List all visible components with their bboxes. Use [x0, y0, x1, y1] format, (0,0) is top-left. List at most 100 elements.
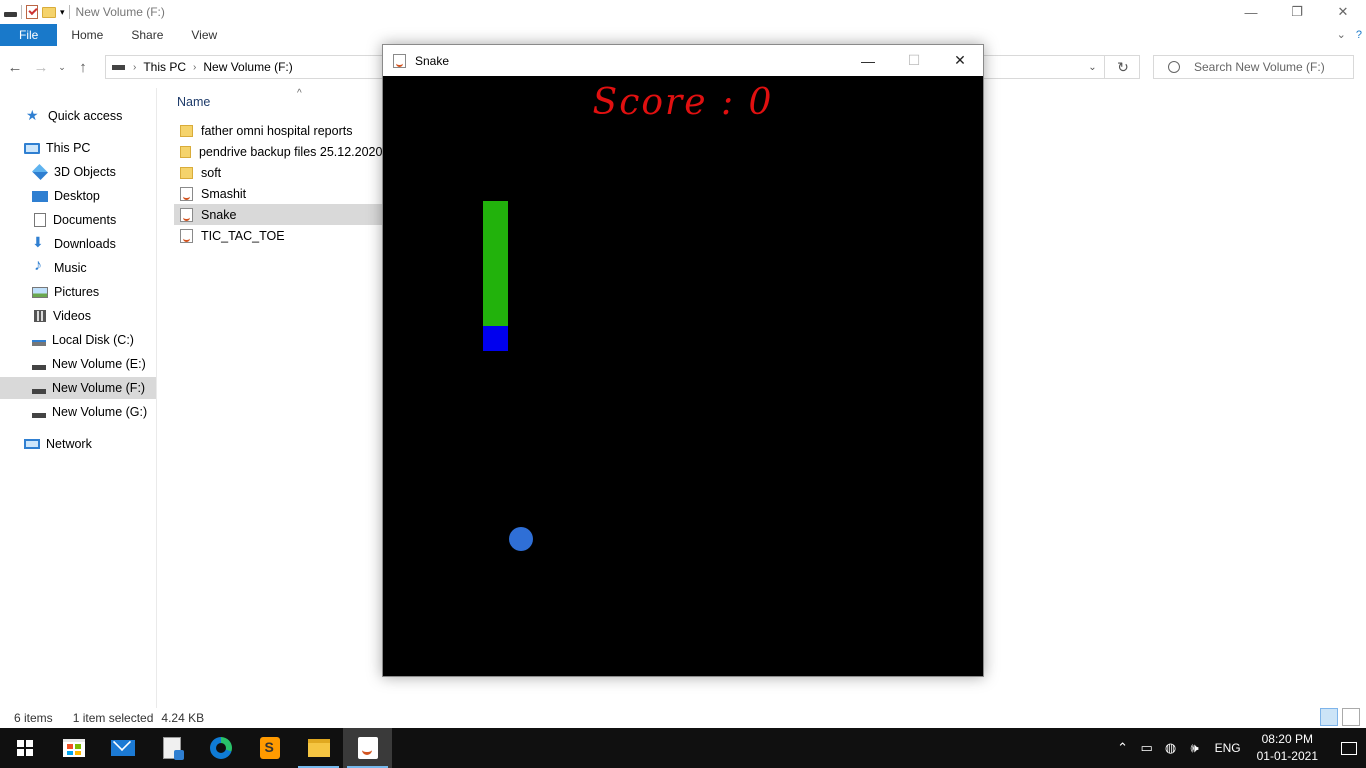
toolbar-separator — [21, 5, 22, 19]
new-folder-icon[interactable] — [42, 6, 56, 18]
search-icon — [1168, 61, 1180, 73]
sidebar-item-music[interactable]: Music — [0, 257, 156, 279]
taskbar-mail[interactable] — [98, 728, 147, 768]
search-input[interactable] — [1194, 60, 1344, 74]
customize-toolbar-icon[interactable]: ▾ — [60, 7, 65, 18]
sidebar-item-label: 3D Objects — [54, 165, 116, 179]
store-icon — [62, 739, 85, 757]
volume-icon[interactable]: 🕪 — [1183, 740, 1207, 756]
sidebar-item-new-volume-f[interactable]: New Volume (F:) — [0, 377, 156, 399]
sidebar-item-videos[interactable]: Videos — [0, 305, 156, 327]
java-file-icon — [180, 186, 193, 201]
file-name: father omni hospital reports — [201, 123, 353, 138]
java-file-icon — [180, 228, 193, 243]
sidebar-item-quick-access[interactable]: Quick access — [0, 105, 156, 127]
file-row[interactable]: TIC_TAC_TOE — [174, 225, 404, 246]
disk-icon — [32, 340, 46, 346]
drive-icon — [4, 11, 17, 17]
window-controls: — ❐ ✕ — [1228, 0, 1366, 24]
clock[interactable]: 08:20 PM 01-01-2021 — [1257, 731, 1318, 765]
network-icon — [24, 439, 40, 449]
details-view-icon[interactable] — [1320, 708, 1338, 726]
search-box[interactable] — [1153, 55, 1354, 79]
desktop-icon — [32, 190, 48, 202]
maximize-button[interactable]: ☐ — [891, 45, 937, 76]
start-button[interactable] — [0, 728, 49, 768]
sidebar-item-desktop[interactable]: Desktop — [0, 185, 156, 207]
sidebar-item-3d-objects[interactable]: 3D Objects — [0, 161, 156, 183]
sidebar-item-downloads[interactable]: Downloads — [0, 233, 156, 255]
taskbar-pdf[interactable] — [147, 728, 196, 768]
tab-file[interactable]: File — [0, 24, 58, 46]
language-indicator[interactable]: ENG — [1215, 741, 1241, 755]
file-row[interactable]: pendrive backup files 25.12.2020 pra — [174, 141, 404, 162]
tab-view[interactable]: View — [177, 24, 231, 46]
address-dropdown-icon[interactable]: ⌄ — [1081, 56, 1105, 78]
taskbar-file-explorer[interactable] — [294, 728, 343, 768]
taskbar-java[interactable] — [343, 728, 392, 768]
chevron-up-icon[interactable]: ⌃ — [1111, 740, 1135, 756]
file-row[interactable]: soft — [174, 162, 404, 183]
column-header-name[interactable]: Name — [177, 95, 210, 109]
file-name: TIC_TAC_TOE — [201, 228, 285, 243]
globe-icon[interactable]: ◍ — [1159, 740, 1183, 756]
file-row[interactable]: Smashit — [174, 183, 404, 204]
taskbar-edge[interactable] — [196, 728, 245, 768]
file-row[interactable]: father omni hospital reports — [174, 120, 404, 141]
close-button[interactable]: ✕ — [1320, 0, 1366, 24]
properties-icon[interactable] — [26, 5, 38, 19]
game-canvas[interactable]: Score : 0 — [383, 76, 983, 676]
sidebar-item-network[interactable]: Network — [0, 433, 156, 455]
navigation-pane: Quick access This PC 3D Objects Desktop … — [0, 88, 157, 708]
explorer-titlebar: ▾ New Volume (F:) — ❐ ✕ — [0, 0, 1366, 24]
up-icon[interactable]: ↑ — [72, 56, 94, 78]
snake-window-title: Snake — [415, 53, 450, 68]
sidebar-item-label: Documents — [53, 213, 117, 227]
quick-access-toolbar: ▾ — [0, 5, 70, 19]
expand-ribbon-icon[interactable]: ⌄ — [1337, 24, 1346, 46]
forward-icon[interactable]: → — [30, 56, 52, 78]
minimize-button[interactable]: — — [1228, 0, 1274, 24]
tab-home[interactable]: Home — [57, 24, 117, 46]
restore-button[interactable]: ❐ — [1274, 0, 1320, 24]
help-icon[interactable]: ? — [1356, 24, 1362, 46]
file-row[interactable]: Snake — [174, 204, 404, 225]
snake-titlebar: Snake — ☐ ✕ — [383, 45, 983, 76]
breadcrumb-this-pc[interactable]: This PC — [143, 60, 186, 74]
notification-center-button[interactable] — [1332, 728, 1366, 768]
sidebar-item-documents[interactable]: Documents — [0, 209, 156, 231]
item-count: 6 items — [14, 711, 53, 725]
large-icons-view-icon[interactable] — [1342, 708, 1360, 726]
sidebar-item-this-pc[interactable]: This PC — [0, 137, 156, 159]
folder-icon — [180, 145, 191, 158]
taskbar-store[interactable] — [49, 728, 98, 768]
minimize-button[interactable]: — — [845, 45, 891, 76]
breadcrumb-new-volume-f[interactable]: New Volume (F:) — [203, 60, 292, 74]
sidebar-item-label: New Volume (E:) — [52, 357, 146, 371]
mail-icon — [110, 740, 135, 756]
selection-size: 4.24 KB — [161, 711, 205, 725]
download-icon — [32, 234, 48, 251]
java-file-icon — [180, 207, 193, 222]
drive-icon — [112, 64, 125, 70]
file-name: Smashit — [201, 186, 247, 201]
close-button[interactable]: ✕ — [937, 45, 983, 76]
sidebar-item-label: Music — [54, 261, 87, 275]
recent-locations-icon[interactable]: ⌄ — [56, 56, 68, 78]
tab-share[interactable]: Share — [117, 24, 177, 46]
sidebar-item-new-volume-g[interactable]: New Volume (G:) — [0, 401, 156, 423]
cube-icon — [32, 164, 48, 180]
back-icon[interactable]: ← — [4, 56, 26, 78]
sidebar-item-local-disk-c[interactable]: Local Disk (C:) — [0, 329, 156, 351]
sidebar-item-new-volume-e[interactable]: New Volume (E:) — [0, 353, 156, 375]
refresh-icon[interactable]: ↻ — [1107, 56, 1139, 78]
taskbar-sublime-text[interactable] — [245, 728, 294, 768]
chevron-right-icon[interactable]: › — [193, 62, 196, 73]
chevron-right-icon[interactable]: › — [133, 62, 136, 73]
snake-window-controls: — ☐ ✕ — [845, 45, 983, 76]
battery-icon[interactable]: ▭ — [1135, 740, 1159, 756]
sidebar-item-pictures[interactable]: Pictures — [0, 281, 156, 303]
sort-ascending-icon: ^ — [297, 88, 302, 99]
drive-icon — [32, 388, 46, 394]
file-name: soft — [201, 165, 222, 180]
